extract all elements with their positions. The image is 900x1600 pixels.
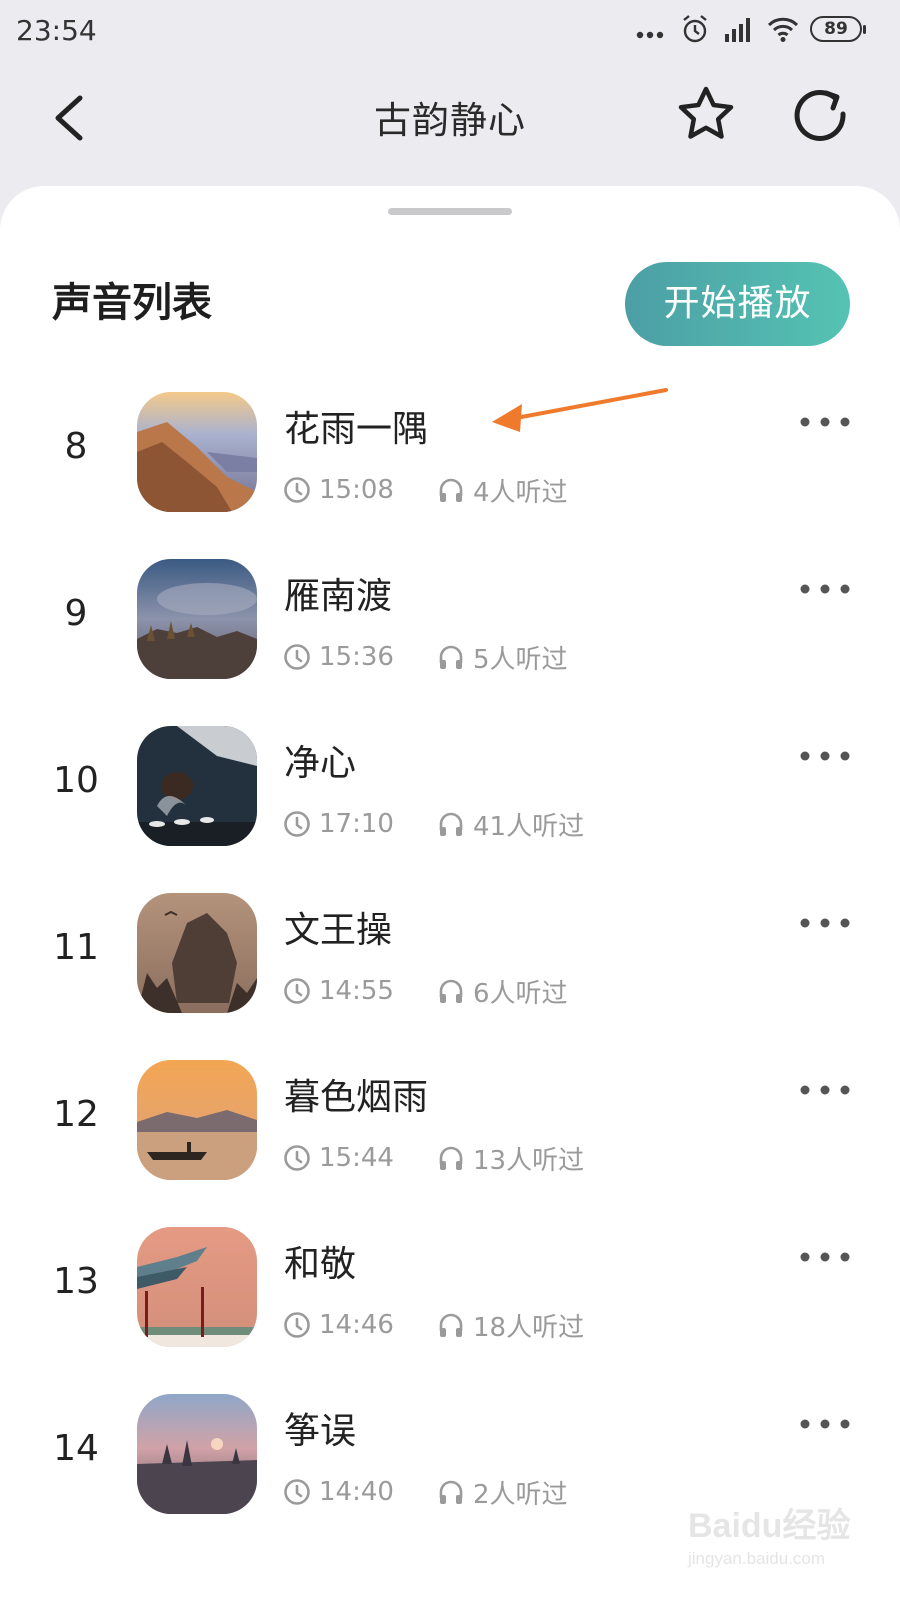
track-title: 筝误 xyxy=(284,1411,357,1452)
track-number: 12 xyxy=(53,1094,99,1135)
headphones-icon xyxy=(439,1313,463,1337)
section-title-text: 声音列表 xyxy=(52,280,212,326)
track-meta: 14:40 2人听过 xyxy=(283,1476,568,1510)
track-cover-image xyxy=(137,1060,257,1180)
track-meta: 15:08 4人听过 xyxy=(283,474,568,508)
section-title: 声音列表 xyxy=(52,270,212,332)
headphones-icon xyxy=(439,645,463,669)
track-number: 13 xyxy=(53,1261,99,1302)
clock-icon xyxy=(284,978,310,1004)
watermark-url: jingyan.baidu.com xyxy=(688,1549,826,1568)
track-listen-count: 2人听过 xyxy=(473,1479,568,1510)
track-title: 和敬 xyxy=(284,1244,357,1285)
sound-list-sheet: 声音列表 开始播放 8 花雨一隅 15:08 4人听过 9 雁南渡 15:36 … xyxy=(0,186,900,1600)
clock-icon xyxy=(284,811,310,837)
track-meta: 17:10 41人听过 xyxy=(283,808,585,842)
track-number: 8 xyxy=(64,426,88,467)
favorite-star-button[interactable] xyxy=(676,84,736,144)
refresh-button[interactable] xyxy=(790,84,850,144)
headphones-icon xyxy=(439,979,463,1003)
track-cover-image xyxy=(137,726,257,846)
battery-indicator: 89 xyxy=(810,16,866,42)
track-meta: 14:46 18人听过 xyxy=(283,1309,585,1343)
annotation-arrow-icon xyxy=(492,388,668,432)
list-item[interactable]: 8 花雨一隅 15:08 4人听过 xyxy=(0,386,900,516)
more-options-button[interactable] xyxy=(798,746,852,766)
list-item[interactable]: 10 净心 17:10 41人听过 xyxy=(0,720,900,850)
watermark-logo: Baidu经验 xyxy=(688,1507,851,1545)
track-number: 14 xyxy=(53,1428,99,1469)
watermark: Baidu经验 jingyan.baidu.com xyxy=(688,1498,878,1588)
more-options-button[interactable] xyxy=(798,1080,852,1100)
more-dots-icon xyxy=(636,31,664,39)
clock-icon xyxy=(284,1479,310,1505)
more-options-button[interactable] xyxy=(798,913,852,933)
page-title: 古韵静心 xyxy=(374,99,526,142)
list-item[interactable]: 13 和敬 14:46 18人听过 xyxy=(0,1221,900,1351)
status-time: 23:54 xyxy=(16,14,97,47)
drag-handle[interactable] xyxy=(388,208,512,215)
track-number: 10 xyxy=(53,760,99,801)
headphones-icon xyxy=(439,1480,463,1504)
track-listen-count: 4人听过 xyxy=(473,477,568,508)
track-title: 文王操 xyxy=(284,910,393,951)
track-title: 花雨一隅 xyxy=(284,409,429,450)
clock-icon xyxy=(284,644,310,670)
track-title: 暮色烟雨 xyxy=(284,1077,429,1118)
wifi-icon xyxy=(767,17,799,42)
track-cover-image xyxy=(137,893,257,1013)
more-options-button[interactable] xyxy=(798,579,852,599)
track-listen-count: 6人听过 xyxy=(473,978,568,1009)
track-listen-count: 5人听过 xyxy=(473,644,568,675)
status-bar: 23:54 89 xyxy=(0,0,900,60)
clock-icon xyxy=(284,1312,310,1338)
headphones-icon xyxy=(439,1146,463,1170)
signal-icon xyxy=(725,18,750,42)
track-meta: 15:36 5人听过 xyxy=(283,641,568,675)
track-duration: 14:55 xyxy=(319,976,394,1006)
track-meta: 15:44 13人听过 xyxy=(283,1142,585,1176)
track-title: 净心 xyxy=(284,743,357,784)
track-cover-image xyxy=(137,1394,257,1514)
more-options-button[interactable] xyxy=(798,1414,852,1434)
header: 古韵静心 xyxy=(0,70,900,166)
more-options-button[interactable] xyxy=(798,1247,852,1267)
track-meta: 14:55 6人听过 xyxy=(283,975,568,1009)
track-cover-image xyxy=(137,559,257,679)
alarm-icon xyxy=(683,15,707,43)
track-number: 11 xyxy=(53,927,99,968)
status-icons: 89 xyxy=(634,14,866,44)
track-listen-count: 18人听过 xyxy=(473,1312,585,1343)
track-listen-count: 13人听过 xyxy=(473,1145,585,1176)
track-cover-image xyxy=(137,1227,257,1347)
track-duration: 17:10 xyxy=(319,809,394,839)
headphones-icon xyxy=(439,812,463,836)
track-cover-image xyxy=(137,392,257,512)
start-play-button[interactable]: 开始播放 xyxy=(625,262,850,346)
list-item[interactable]: 12 暮色烟雨 15:44 13人听过 xyxy=(0,1054,900,1184)
clock-icon xyxy=(284,477,310,503)
track-listen-count: 41人听过 xyxy=(473,811,585,842)
track-duration: 15:44 xyxy=(319,1143,394,1173)
track-title: 雁南渡 xyxy=(284,576,393,617)
more-options-button[interactable] xyxy=(798,412,852,432)
headphones-icon xyxy=(439,478,463,502)
track-duration: 15:08 xyxy=(319,475,394,505)
list-item[interactable]: 9 雁南渡 15:36 5人听过 xyxy=(0,553,900,683)
track-duration: 14:46 xyxy=(319,1310,394,1340)
track-duration: 15:36 xyxy=(319,642,394,672)
clock-icon xyxy=(284,1145,310,1171)
track-duration: 14:40 xyxy=(319,1477,394,1507)
list-item[interactable]: 11 文王操 14:55 6人听过 xyxy=(0,887,900,1017)
track-number: 9 xyxy=(64,593,88,634)
